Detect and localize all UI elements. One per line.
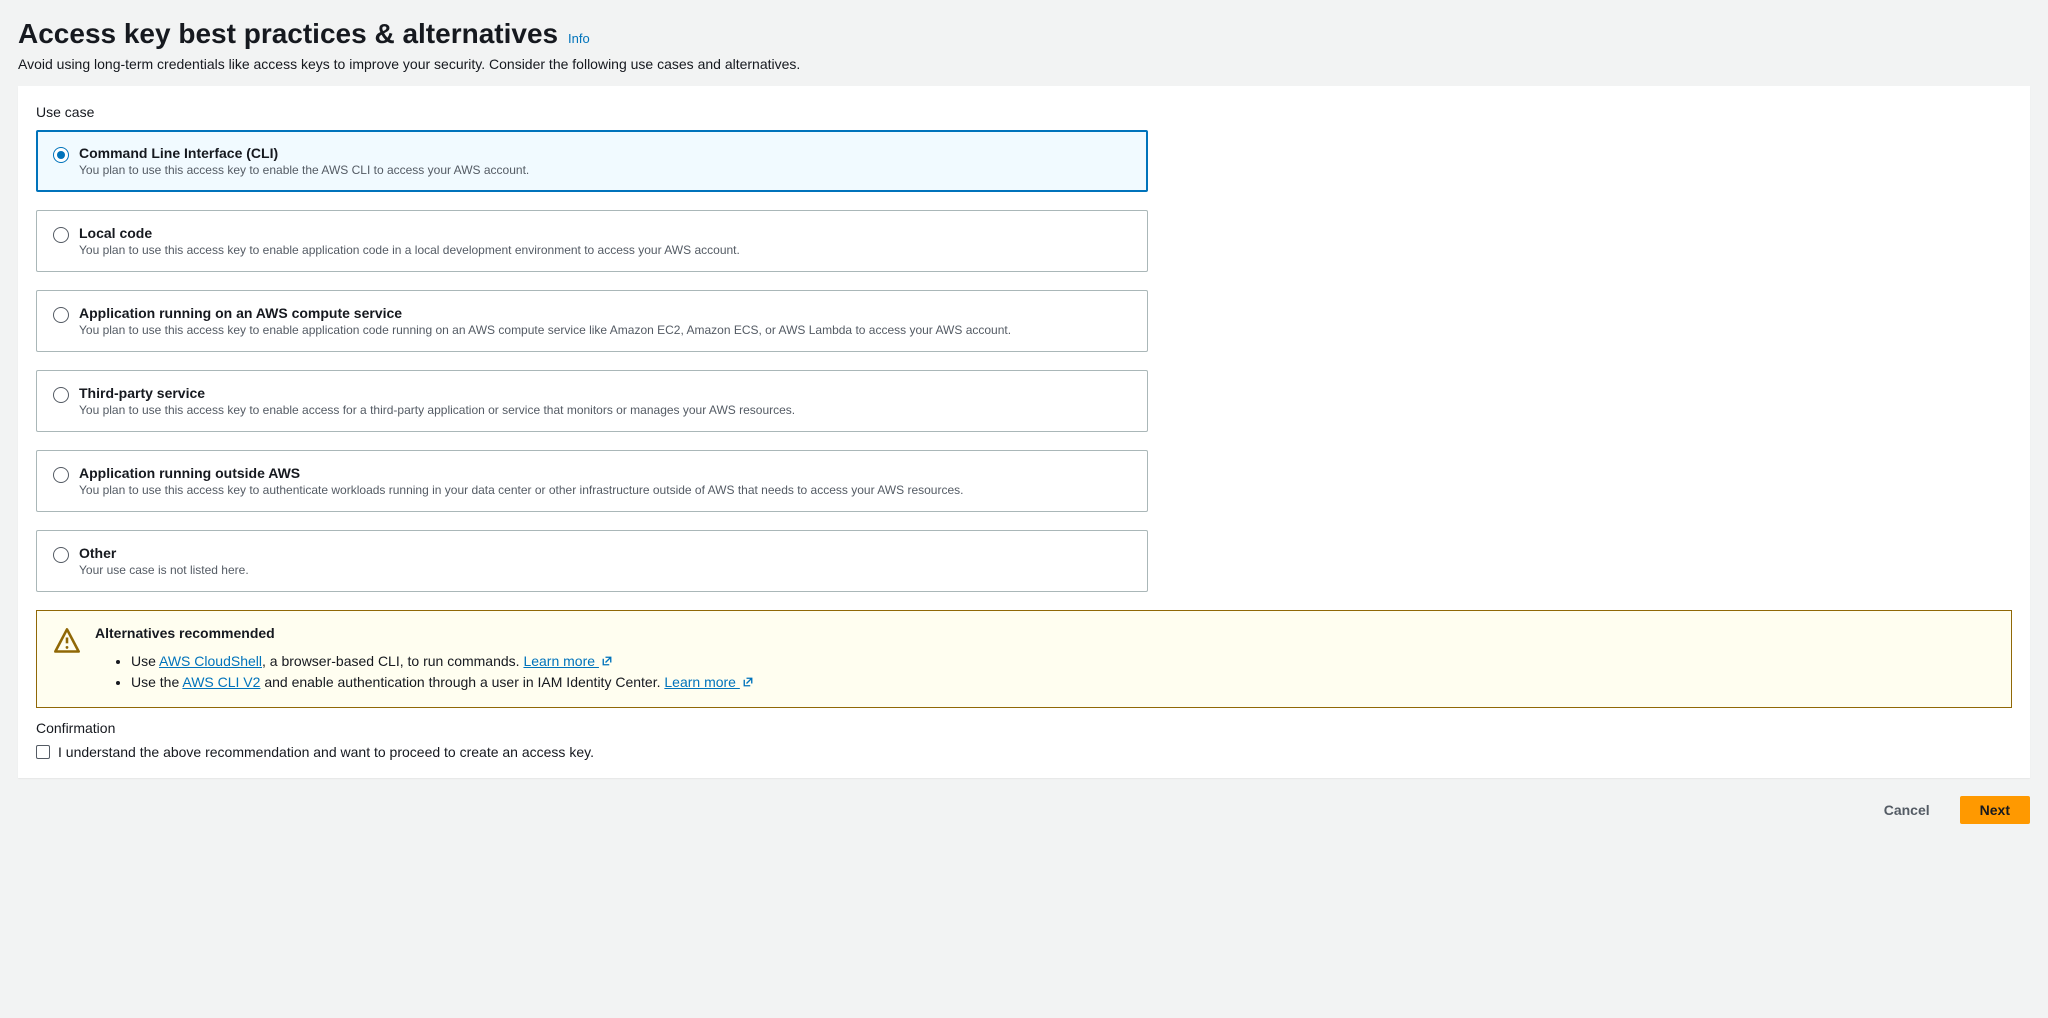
- usecase-option-1[interactable]: Local code You plan to use this access ke…: [36, 210, 1148, 272]
- option-title: Local code: [79, 225, 740, 241]
- option-title: Third-party service: [79, 385, 795, 401]
- usecase-option-2[interactable]: Application running on an AWS compute se…: [36, 290, 1148, 352]
- radio-icon: [53, 307, 69, 323]
- external-link-icon: [601, 655, 613, 667]
- alert-title: Alternatives recommended: [95, 625, 754, 641]
- info-link[interactable]: Info: [568, 31, 590, 46]
- usecase-option-5[interactable]: Other Your use case is not listed here.: [36, 530, 1148, 592]
- usecase-label: Use case: [36, 104, 2012, 120]
- learn-more-cli-link[interactable]: Learn more: [664, 674, 753, 690]
- cli-v2-link[interactable]: AWS CLI V2: [182, 674, 260, 690]
- confirmation-text: I understand the above recommendation an…: [58, 744, 594, 760]
- option-desc: You plan to use this access key to enabl…: [79, 403, 795, 417]
- confirmation-checkbox-row[interactable]: I understand the above recommendation an…: [36, 744, 2012, 760]
- next-button[interactable]: Next: [1960, 796, 2030, 824]
- usecase-option-0[interactable]: Command Line Interface (CLI) You plan to …: [36, 130, 1148, 192]
- alert-item-2: Use the AWS CLI V2 and enable authentica…: [131, 672, 754, 693]
- option-desc: You plan to use this access key to enabl…: [79, 243, 740, 257]
- cancel-button[interactable]: Cancel: [1864, 796, 1950, 824]
- external-link-icon: [742, 676, 754, 688]
- option-desc: You plan to use this access key to authe…: [79, 483, 963, 497]
- radio-icon: [53, 547, 69, 563]
- option-title: Application running on an AWS compute se…: [79, 305, 1011, 321]
- confirmation-checkbox[interactable]: [36, 745, 50, 759]
- confirmation-label: Confirmation: [36, 720, 2012, 736]
- radio-icon: [53, 227, 69, 243]
- page-subtitle: Avoid using long-term credentials like a…: [18, 56, 2030, 72]
- warning-icon: [53, 627, 81, 655]
- usecase-option-4[interactable]: Application running outside AWS You plan …: [36, 450, 1148, 512]
- option-title: Command Line Interface (CLI): [79, 145, 529, 161]
- option-title: Other: [79, 545, 249, 561]
- main-card: Use case Command Line Interface (CLI) You…: [18, 86, 2030, 778]
- option-title: Application running outside AWS: [79, 465, 963, 481]
- option-desc: You plan to use this access key to enabl…: [79, 163, 529, 177]
- page-title: Access key best practices & alternatives: [18, 18, 558, 49]
- alert-item-1: Use AWS CloudShell, a browser-based CLI,…: [131, 651, 754, 672]
- learn-more-cloudshell-link[interactable]: Learn more: [523, 653, 612, 669]
- usecase-option-3[interactable]: Third-party service You plan to use this …: [36, 370, 1148, 432]
- option-desc: You plan to use this access key to enabl…: [79, 323, 1011, 337]
- option-desc: Your use case is not listed here.: [79, 563, 249, 577]
- alternatives-alert: Alternatives recommended Use AWS CloudSh…: [36, 610, 2012, 708]
- radio-icon: [53, 387, 69, 403]
- radio-icon: [53, 147, 69, 163]
- radio-icon: [53, 467, 69, 483]
- cloudshell-link[interactable]: AWS CloudShell: [159, 653, 262, 669]
